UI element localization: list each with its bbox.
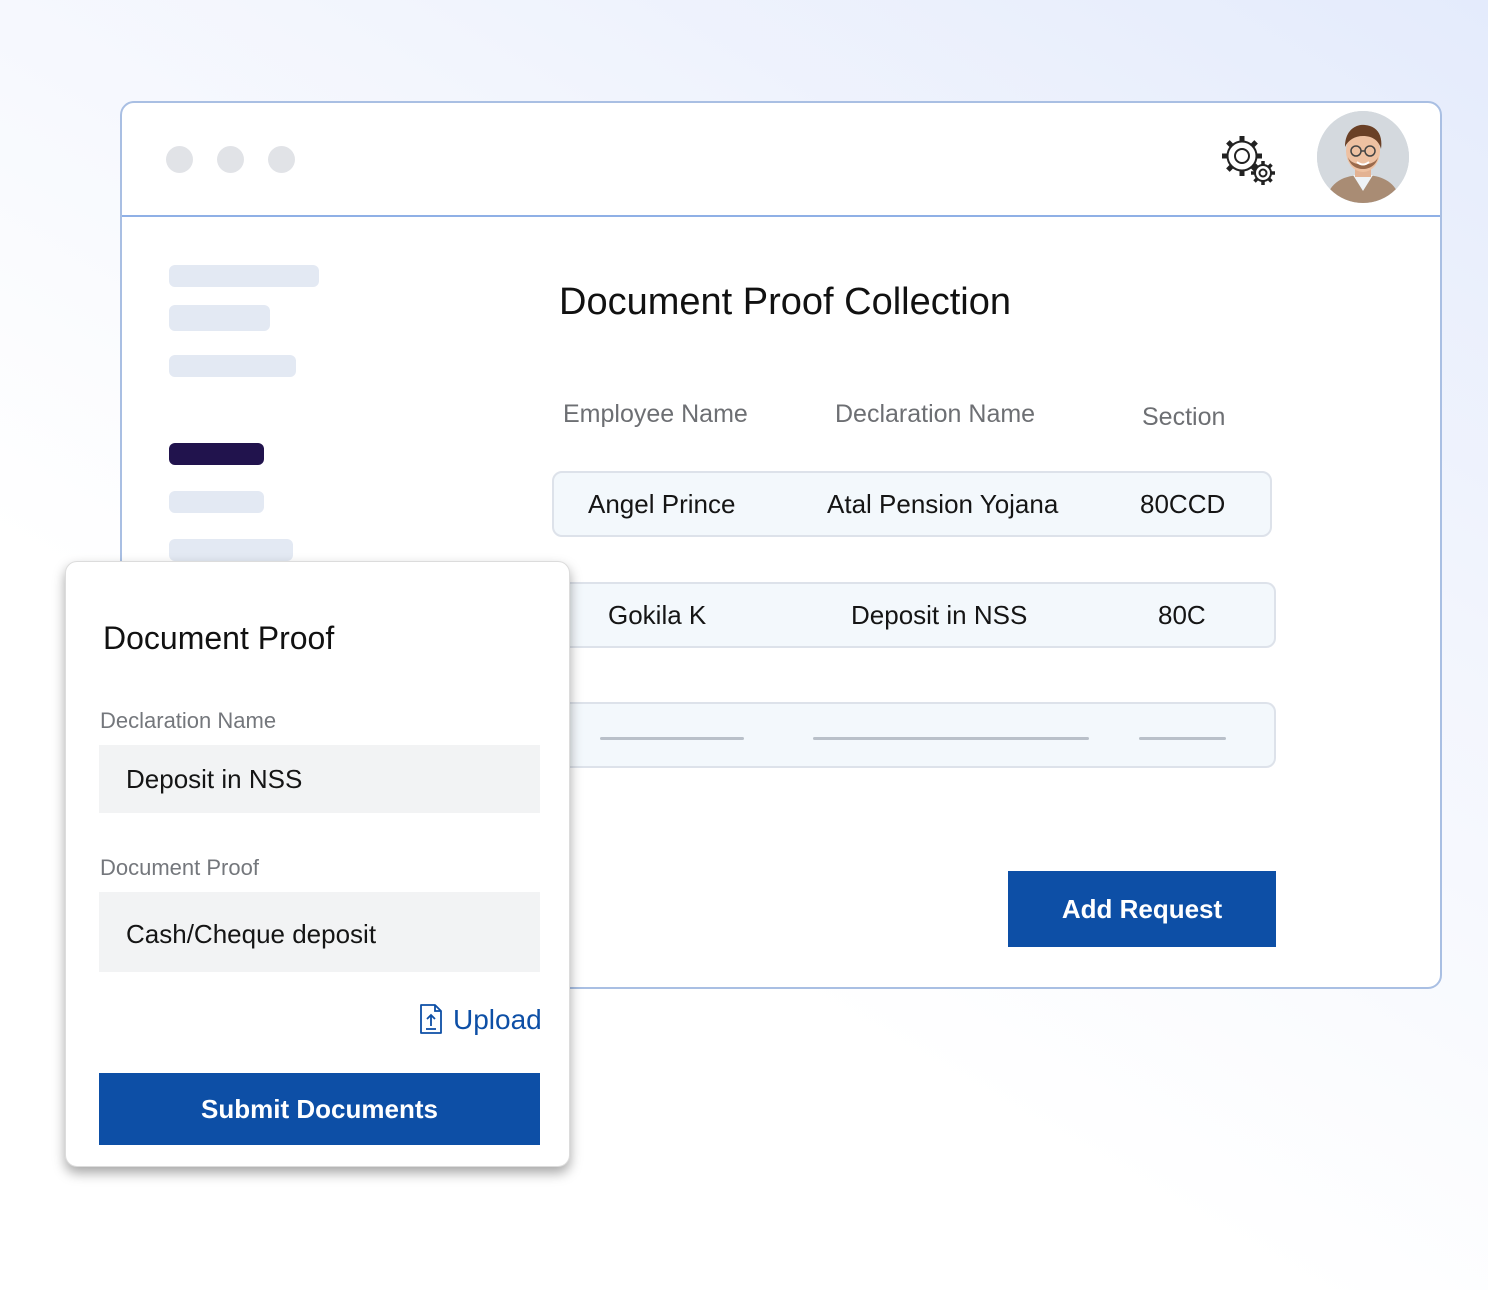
section-cell: 80CCD: [1140, 489, 1226, 519]
window-dot-maximize[interactable]: [268, 146, 295, 173]
sidebar-item[interactable]: [169, 539, 293, 561]
employee-name-cell: Angel Prince: [588, 489, 736, 519]
document-proof-label: Document Proof: [100, 855, 259, 880]
placeholder-row: [552, 702, 1276, 768]
sidebar-item[interactable]: [169, 265, 319, 287]
column-header-employee: Employee Name: [563, 400, 748, 428]
section-cell: 80C: [1158, 600, 1206, 630]
declaration-name-cell: Deposit in NSS: [851, 600, 1028, 630]
employee-name-cell: Gokila K: [608, 600, 707, 630]
column-header-section: Section: [1142, 403, 1226, 431]
add-request-button[interactable]: Add Request: [1008, 871, 1276, 947]
document-proof-modal: Document Proof Declaration Name Deposit …: [65, 561, 570, 1167]
submit-documents-button[interactable]: Submit Documents: [99, 1073, 540, 1145]
sidebar-item[interactable]: [169, 305, 270, 331]
window-dot-minimize[interactable]: [217, 146, 244, 173]
declaration-name-field[interactable]: Deposit in NSS: [99, 745, 540, 813]
declaration-name-label: Declaration Name: [100, 708, 277, 733]
user-avatar[interactable]: [1317, 111, 1409, 203]
placeholder-line: [1139, 737, 1226, 740]
placeholder-line: [813, 737, 1089, 740]
sidebar-item[interactable]: [169, 355, 296, 377]
upload-label: Upload: [453, 1004, 542, 1035]
modal-title: Document Proof: [103, 620, 335, 656]
placeholder-line: [600, 737, 744, 740]
table-row[interactable]: Angel Prince Atal Pension Yojana 80CCD: [552, 471, 1272, 537]
document-proof-field[interactable]: Cash/Cheque deposit: [99, 892, 540, 972]
declaration-name-cell: Atal Pension Yojana: [827, 489, 1059, 519]
sidebar-item-active[interactable]: [169, 443, 264, 465]
sidebar-item[interactable]: [169, 491, 264, 513]
window-dot-close[interactable]: [166, 146, 193, 173]
settings-icon[interactable]: [1220, 132, 1278, 188]
title-bar: [122, 103, 1440, 217]
file-upload-icon: [420, 1004, 442, 1034]
table-row[interactable]: Gokila K Deposit in NSS 80C: [552, 582, 1276, 648]
column-header-declaration: Declaration Name: [835, 400, 1036, 428]
page-title: Document Proof Collection: [559, 281, 1011, 323]
